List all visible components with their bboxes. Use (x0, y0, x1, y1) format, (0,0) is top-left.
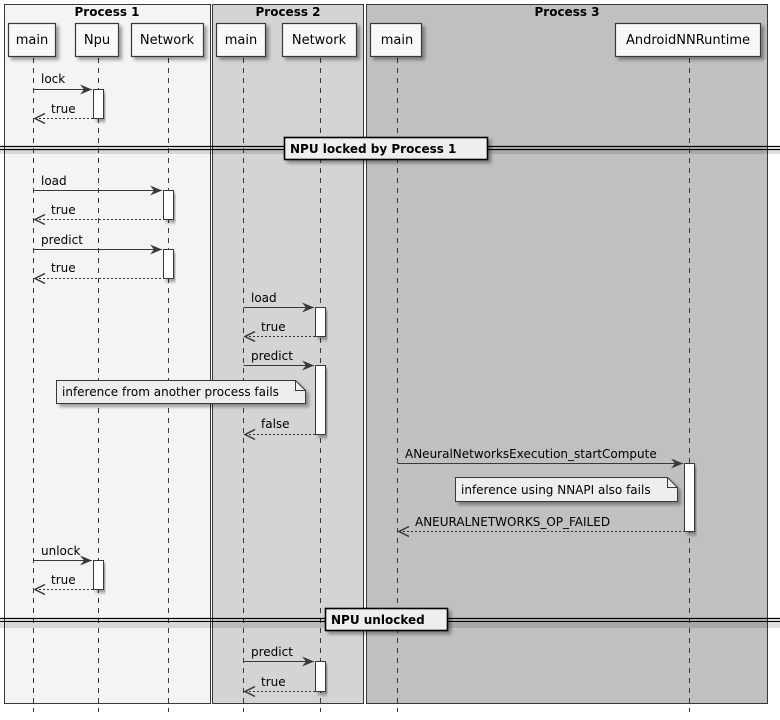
activation-network-load (163, 190, 174, 220)
participant-label: main (16, 33, 48, 48)
message-label: true (261, 675, 286, 689)
message-label: true (51, 261, 76, 275)
activation-npu-lock (93, 89, 104, 119)
message-label: load (251, 291, 277, 305)
activation-p2-network-load (315, 307, 326, 337)
participant-label: main (225, 33, 257, 48)
participant-p2-main[interactable]: main (215, 22, 267, 58)
activation-p2-network-predict-2 (315, 661, 326, 692)
participant-label: Npu (84, 33, 110, 48)
group-title-process-3: Process 3 (534, 5, 599, 19)
note-inference-fails: inference from another process fails (56, 380, 306, 404)
message-label: ANeuralNetworksExecution_startCompute (405, 447, 657, 461)
participant-p1-main[interactable]: main (7, 22, 57, 58)
activation-npu-unlock (93, 560, 104, 590)
participant-p3-main[interactable]: main (369, 22, 423, 58)
message-label: predict (41, 233, 83, 247)
message-label: true (261, 320, 286, 334)
participant-p1-network[interactable]: Network (130, 22, 205, 58)
message-label: true (51, 573, 76, 587)
group-box-process-1 (4, 4, 211, 704)
message-label: true (51, 102, 76, 116)
message-label: lock (41, 72, 65, 86)
participant-label: Network (292, 33, 347, 48)
message-label: false (261, 417, 290, 431)
note-nnapi-fails: inference using NNAPI also fails (455, 477, 678, 502)
group-title-process-1: Process 1 (74, 5, 139, 19)
participant-p3-nnrt[interactable]: AndroidNNRuntime (614, 22, 762, 58)
participant-p1-npu[interactable]: Npu (74, 22, 120, 58)
divider-label: NPU locked by Process 1 (290, 142, 456, 156)
activation-nnrt-compute (684, 463, 695, 532)
message-label: predict (251, 349, 293, 363)
group-process-3: Process 3 (366, 4, 768, 704)
group-box-process-3 (366, 4, 768, 704)
participant-label: main (381, 33, 413, 48)
participant-label: AndroidNNRuntime (626, 33, 750, 48)
note-text: inference from another process fails (62, 385, 279, 399)
group-title-process-2: Process 2 (255, 5, 320, 19)
participant-label: Network (140, 33, 195, 48)
note-text: inference using NNAPI also fails (461, 483, 651, 497)
message-label: true (51, 203, 76, 217)
sequence-diagram: Process 1 Process 2 Process 3 main Npu N… (0, 4, 780, 712)
activation-network-predict (163, 249, 174, 279)
message-label: unlock (41, 544, 80, 558)
activation-p2-network-predict (315, 365, 326, 435)
divider-label: NPU unlocked (331, 613, 425, 627)
participant-p2-network[interactable]: Network (281, 22, 358, 58)
message-label: load (41, 174, 67, 188)
group-process-1: Process 1 (4, 4, 211, 704)
message-label: predict (251, 645, 293, 659)
message-label: ANEURALNETWORKS_OP_FAILED (415, 515, 610, 529)
